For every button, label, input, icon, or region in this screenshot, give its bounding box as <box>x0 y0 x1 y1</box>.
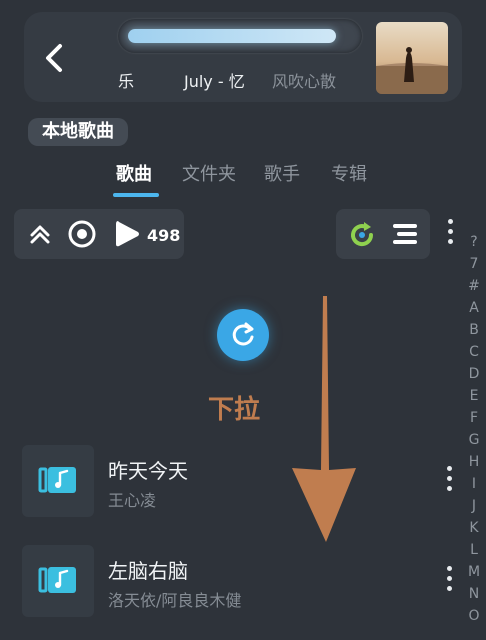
back-button[interactable] <box>32 30 76 86</box>
refresh-button[interactable] <box>217 309 269 361</box>
play-icon <box>116 221 139 247</box>
more-options-button[interactable] <box>445 219 455 244</box>
locate-current-button[interactable] <box>66 218 98 250</box>
song-more-button[interactable] <box>444 566 454 591</box>
tab-folders[interactable]: 文件夹 <box>182 160 236 186</box>
dot-icon <box>446 476 452 481</box>
dot-icon <box>446 466 452 471</box>
music-file-icon <box>22 545 94 617</box>
now-playing-marquee-next: 风吹心散 <box>272 72 337 91</box>
page-title: 本地歌曲 <box>28 118 128 146</box>
alphabet-index-letter[interactable]: E <box>464 385 484 407</box>
now-playing-marquee-title: July - 忆 <box>184 72 245 91</box>
play-all-button[interactable] <box>110 217 144 251</box>
scroll-top-button[interactable] <box>26 220 54 248</box>
playback-progress-fill <box>128 29 336 43</box>
tab-albums[interactable]: 专辑 <box>331 160 367 186</box>
song-row[interactable]: 左脑右脑 洛天依/阿良良木健 <box>0 545 486 625</box>
song-row[interactable]: 昨天今天 王心凌 <box>0 445 486 525</box>
dot-icon <box>446 486 452 491</box>
dot-icon <box>446 576 452 581</box>
song-title: 昨天今天 <box>108 459 188 483</box>
menu-lines-icon <box>393 224 417 244</box>
playback-progress-bar[interactable] <box>118 19 362 53</box>
dot-icon <box>447 239 453 244</box>
active-tab-indicator <box>113 193 159 197</box>
pull-hint-label: 下拉 <box>208 395 261 425</box>
alphabet-index-letter[interactable]: D <box>464 363 484 385</box>
alphabet-index-letter[interactable]: # <box>464 275 484 297</box>
alphabet-index-letter[interactable]: C <box>464 341 484 363</box>
sort-menu-button[interactable] <box>389 220 421 248</box>
chevron-left-icon <box>46 44 62 72</box>
alphabet-index-letter[interactable]: ? <box>464 231 484 253</box>
dot-icon <box>446 586 452 591</box>
music-file-icon <box>22 445 94 517</box>
repeat-icon <box>351 222 374 247</box>
now-playing-marquee-left: 乐 <box>118 72 135 91</box>
song-count: 498 <box>147 226 181 245</box>
alphabet-index-letter[interactable]: B <box>464 319 484 341</box>
target-icon <box>68 220 96 248</box>
tab-songs[interactable]: 歌曲 <box>116 160 152 186</box>
double-chevron-up-icon <box>30 225 50 244</box>
song-artist: 洛天依/阿良良木健 <box>108 591 242 610</box>
song-title: 左脑右脑 <box>108 559 188 583</box>
dot-icon <box>446 566 452 571</box>
play-mode-button[interactable] <box>345 218 379 252</box>
dot-icon <box>447 229 453 234</box>
alphabet-index-letter[interactable]: F <box>464 407 484 429</box>
alphabet-index-letter[interactable]: 7 <box>464 253 484 275</box>
album-cover-image <box>376 22 448 94</box>
dot-icon <box>447 219 453 224</box>
album-cover[interactable] <box>376 22 448 94</box>
song-artist: 王心凌 <box>108 491 157 510</box>
song-more-button[interactable] <box>444 466 454 491</box>
refresh-icon <box>232 322 254 346</box>
tab-artists[interactable]: 歌手 <box>264 160 300 186</box>
alphabet-index-letter[interactable]: A <box>464 297 484 319</box>
